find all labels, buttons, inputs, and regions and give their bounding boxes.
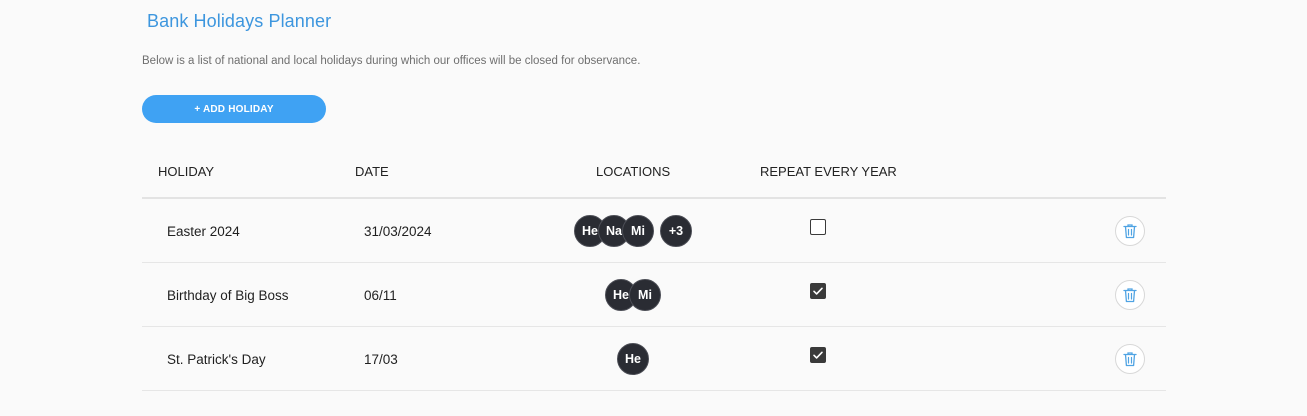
repeat-cell [808, 199, 828, 263]
repeat-every-year-checkbox[interactable] [810, 218, 826, 235]
holiday-name: Easter 2024 [167, 223, 240, 239]
header-repeat-every-year: REPEAT EVERY YEAR [760, 164, 897, 179]
header-locations: LOCATIONS [596, 164, 671, 179]
page-subtitle: Below is a list of national and local ho… [142, 55, 641, 67]
repeat-every-year-checkbox[interactable] [810, 346, 826, 363]
delete-holiday-button[interactable] [1115, 216, 1145, 246]
table-body: Easter 2024 31/03/2024 He Na Mi +3 Birthday of… [142, 199, 1166, 391]
header-holiday: HOLIDAY [158, 164, 215, 179]
location-avatars[interactable]: He Mi [605, 279, 661, 311]
delete-cell [1115, 263, 1145, 327]
repeat-cell [808, 263, 828, 327]
location-avatar[interactable]: Mi [629, 279, 661, 311]
locations-cell: He Na Mi +3 [533, 199, 733, 263]
checkmark-icon [812, 349, 824, 361]
checkmark-icon [812, 285, 824, 297]
page-title: Bank Holidays Planner [147, 11, 332, 31]
table-row: Birthday of Big Boss 06/11 He Mi [142, 263, 1166, 327]
trash-icon [1123, 287, 1137, 303]
more-locations-badge[interactable]: +3 [660, 215, 692, 247]
delete-cell [1115, 327, 1145, 391]
header-date: DATE [355, 164, 389, 179]
repeat-every-year-checkbox[interactable] [810, 282, 826, 299]
holiday-date: 31/03/2024 [364, 223, 432, 239]
trash-icon [1123, 351, 1137, 367]
holidays-page: Bank Holidays Planner Below is a list of… [0, 0, 1307, 416]
table-header: HOLIDAY DATE LOCATIONS REPEAT EVERY YEAR [142, 144, 1166, 199]
location-avatar[interactable]: He [617, 343, 649, 375]
locations-cell: He Mi [533, 263, 733, 327]
trash-icon [1123, 223, 1137, 239]
location-avatars[interactable]: He [617, 343, 649, 375]
table-row: St. Patrick's Day 17/03 He [142, 327, 1166, 391]
table-row: Easter 2024 31/03/2024 He Na Mi +3 [142, 199, 1166, 263]
delete-holiday-button[interactable] [1115, 344, 1145, 374]
location-avatar[interactable]: Mi [622, 215, 654, 247]
location-avatars[interactable]: He Na Mi +3 [574, 215, 692, 247]
holiday-name: St. Patrick's Day [167, 351, 266, 367]
delete-holiday-button[interactable] [1115, 280, 1145, 310]
holidays-table: HOLIDAY DATE LOCATIONS REPEAT EVERY YEAR… [142, 144, 1166, 391]
holiday-date: 17/03 [364, 351, 398, 367]
delete-cell [1115, 199, 1145, 263]
add-holiday-button[interactable]: + ADD HOLIDAY [142, 95, 326, 123]
holiday-date: 06/11 [364, 287, 397, 303]
holiday-name: Birthday of Big Boss [167, 287, 289, 303]
locations-cell: He [533, 327, 733, 391]
repeat-cell [808, 327, 828, 391]
